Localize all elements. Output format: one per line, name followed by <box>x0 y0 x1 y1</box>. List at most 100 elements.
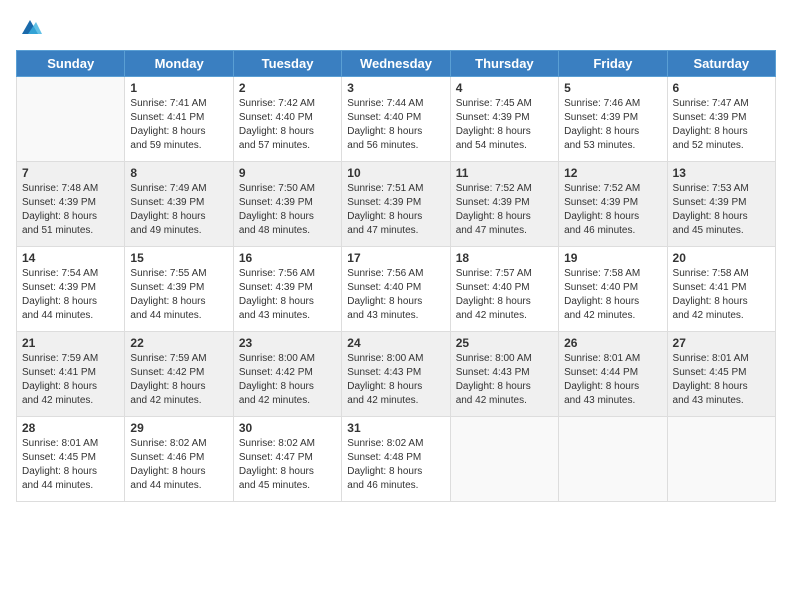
calendar-day-cell: 13 Sunrise: 7:53 AM Sunset: 4:39 PM Dayli… <box>667 162 775 247</box>
day-info: Sunrise: 8:00 AM Sunset: 4:42 PM Dayligh… <box>239 352 336 408</box>
day-number: 10 <box>347 166 444 180</box>
calendar-day-cell: 30 Sunrise: 8:02 AM Sunset: 4:47 PM Dayli… <box>233 417 341 502</box>
day-info: Sunrise: 7:57 AM Sunset: 4:40 PM Dayligh… <box>456 267 553 323</box>
day-number: 31 <box>347 421 444 435</box>
calendar-day-cell: 8Sunrise: 7:49 AM Sunset: 4:39 PM Daylig… <box>125 162 233 247</box>
day-number: 20 <box>673 251 770 265</box>
calendar-day-cell: 18 Sunrise: 7:57 AM Sunset: 4:40 PM Dayli… <box>450 247 558 332</box>
day-number: 25 <box>456 336 553 350</box>
day-info: Sunrise: 8:02 AM Sunset: 4:48 PM Dayligh… <box>347 437 444 493</box>
day-info: Sunrise: 7:42 AM Sunset: 4:40 PM Dayligh… <box>239 97 336 153</box>
day-number: 19 <box>564 251 661 265</box>
calendar-day-cell: 15Sunrise: 7:55 AM Sunset: 4:39 PM Dayli… <box>125 247 233 332</box>
day-info: Sunrise: 7:46 AM Sunset: 4:39 PM Dayligh… <box>564 97 661 153</box>
day-number: 18 <box>456 251 553 265</box>
calendar-day-cell: 26 Sunrise: 8:01 AM Sunset: 4:44 PM Dayli… <box>559 332 667 417</box>
weekday-header-wednesday: Wednesday <box>342 51 450 77</box>
calendar-day-cell: 21Sunrise: 7:59 AM Sunset: 4:41 PM Dayli… <box>17 332 125 417</box>
day-number: 14 <box>22 251 119 265</box>
day-number: 9 <box>239 166 336 180</box>
day-number: 16 <box>239 251 336 265</box>
day-info: Sunrise: 7:45 AM Sunset: 4:39 PM Dayligh… <box>456 97 553 153</box>
calendar-day-cell <box>667 417 775 502</box>
calendar-day-cell: 27 Sunrise: 8:01 AM Sunset: 4:45 PM Dayli… <box>667 332 775 417</box>
day-info: Sunrise: 7:47 AM Sunset: 4:39 PM Dayligh… <box>673 97 770 153</box>
day-info: Sunrise: 7:59 AM Sunset: 4:42 PM Dayligh… <box>130 352 227 408</box>
day-info: Sunrise: 7:56 AM Sunset: 4:40 PM Dayligh… <box>347 267 444 323</box>
day-info: Sunrise: 8:01 AM Sunset: 4:44 PM Dayligh… <box>564 352 661 408</box>
day-number: 27 <box>673 336 770 350</box>
day-info: Sunrise: 7:52 AM Sunset: 4:39 PM Dayligh… <box>564 182 661 238</box>
calendar-day-cell: 20 Sunrise: 7:58 AM Sunset: 4:41 PM Dayli… <box>667 247 775 332</box>
day-number: 2 <box>239 81 336 95</box>
calendar-day-cell: 7 Sunrise: 7:48 AM Sunset: 4:39 PM Daylig… <box>17 162 125 247</box>
calendar-week-row: 21Sunrise: 7:59 AM Sunset: 4:41 PM Dayli… <box>17 332 776 417</box>
day-number: 13 <box>673 166 770 180</box>
day-info: Sunrise: 7:44 AM Sunset: 4:40 PM Dayligh… <box>347 97 444 153</box>
calendar-day-cell: 17Sunrise: 7:56 AM Sunset: 4:40 PM Dayli… <box>342 247 450 332</box>
day-number: 30 <box>239 421 336 435</box>
day-info: Sunrise: 8:01 AM Sunset: 4:45 PM Dayligh… <box>22 437 119 493</box>
day-info: Sunrise: 8:01 AM Sunset: 4:45 PM Dayligh… <box>673 352 770 408</box>
day-info: Sunrise: 8:02 AM Sunset: 4:47 PM Dayligh… <box>239 437 336 493</box>
calendar-header-row: SundayMondayTuesdayWednesdayThursdayFrid… <box>17 51 776 77</box>
weekday-header-friday: Friday <box>559 51 667 77</box>
day-number: 4 <box>456 81 553 95</box>
day-info: Sunrise: 7:55 AM Sunset: 4:39 PM Dayligh… <box>130 267 227 323</box>
weekday-header-thursday: Thursday <box>450 51 558 77</box>
day-info: Sunrise: 8:00 AM Sunset: 4:43 PM Dayligh… <box>456 352 553 408</box>
day-info: Sunrise: 7:53 AM Sunset: 4:39 PM Dayligh… <box>673 182 770 238</box>
calendar-day-cell: 16Sunrise: 7:56 AM Sunset: 4:39 PM Dayli… <box>233 247 341 332</box>
weekday-header-sunday: Sunday <box>17 51 125 77</box>
calendar-day-cell: 2 Sunrise: 7:42 AM Sunset: 4:40 PM Daylig… <box>233 77 341 162</box>
calendar-day-cell: 9 Sunrise: 7:50 AM Sunset: 4:39 PM Daylig… <box>233 162 341 247</box>
calendar-day-cell: 6 Sunrise: 7:47 AM Sunset: 4:39 PM Daylig… <box>667 77 775 162</box>
day-number: 5 <box>564 81 661 95</box>
day-number: 6 <box>673 81 770 95</box>
day-number: 22 <box>130 336 227 350</box>
calendar-day-cell: 23 Sunrise: 8:00 AM Sunset: 4:42 PM Dayli… <box>233 332 341 417</box>
calendar-day-cell: 11Sunrise: 7:52 AM Sunset: 4:39 PM Dayli… <box>450 162 558 247</box>
day-number: 3 <box>347 81 444 95</box>
calendar-day-cell <box>17 77 125 162</box>
calendar-week-row: 1 Sunrise: 7:41 AM Sunset: 4:41 PM Daylig… <box>17 77 776 162</box>
calendar-day-cell: 28 Sunrise: 8:01 AM Sunset: 4:45 PM Dayli… <box>17 417 125 502</box>
calendar-day-cell: 25 Sunrise: 8:00 AM Sunset: 4:43 PM Dayli… <box>450 332 558 417</box>
day-info: Sunrise: 7:59 AM Sunset: 4:41 PM Dayligh… <box>22 352 119 408</box>
day-number: 26 <box>564 336 661 350</box>
calendar-day-cell: 24Sunrise: 8:00 AM Sunset: 4:43 PM Dayli… <box>342 332 450 417</box>
calendar-day-cell <box>450 417 558 502</box>
day-number: 28 <box>22 421 119 435</box>
day-info: Sunrise: 8:02 AM Sunset: 4:46 PM Dayligh… <box>130 437 227 493</box>
logo-icon <box>16 16 44 38</box>
calendar-day-cell: 29Sunrise: 8:02 AM Sunset: 4:46 PM Dayli… <box>125 417 233 502</box>
day-number: 11 <box>456 166 553 180</box>
calendar-week-row: 7 Sunrise: 7:48 AM Sunset: 4:39 PM Daylig… <box>17 162 776 247</box>
day-info: Sunrise: 7:50 AM Sunset: 4:39 PM Dayligh… <box>239 182 336 238</box>
day-info: Sunrise: 7:58 AM Sunset: 4:40 PM Dayligh… <box>564 267 661 323</box>
day-info: Sunrise: 7:48 AM Sunset: 4:39 PM Dayligh… <box>22 182 119 238</box>
calendar-week-row: 28 Sunrise: 8:01 AM Sunset: 4:45 PM Dayli… <box>17 417 776 502</box>
calendar-day-cell: 22 Sunrise: 7:59 AM Sunset: 4:42 PM Dayli… <box>125 332 233 417</box>
day-info: Sunrise: 7:54 AM Sunset: 4:39 PM Dayligh… <box>22 267 119 323</box>
day-number: 12 <box>564 166 661 180</box>
calendar-table: SundayMondayTuesdayWednesdayThursdayFrid… <box>16 50 776 502</box>
day-info: Sunrise: 7:49 AM Sunset: 4:39 PM Dayligh… <box>130 182 227 238</box>
day-number: 24 <box>347 336 444 350</box>
day-info: Sunrise: 7:51 AM Sunset: 4:39 PM Dayligh… <box>347 182 444 238</box>
weekday-header-monday: Monday <box>125 51 233 77</box>
calendar-week-row: 14 Sunrise: 7:54 AM Sunset: 4:39 PM Dayli… <box>17 247 776 332</box>
day-info: Sunrise: 7:41 AM Sunset: 4:41 PM Dayligh… <box>130 97 227 153</box>
logo <box>16 16 44 38</box>
calendar-day-cell: 3 Sunrise: 7:44 AM Sunset: 4:40 PM Daylig… <box>342 77 450 162</box>
day-number: 7 <box>22 166 119 180</box>
day-number: 23 <box>239 336 336 350</box>
calendar-day-cell: 4 Sunrise: 7:45 AM Sunset: 4:39 PM Daylig… <box>450 77 558 162</box>
calendar-day-cell: 1 Sunrise: 7:41 AM Sunset: 4:41 PM Daylig… <box>125 77 233 162</box>
calendar-day-cell: 5 Sunrise: 7:46 AM Sunset: 4:39 PM Daylig… <box>559 77 667 162</box>
header <box>16 16 776 38</box>
weekday-header-saturday: Saturday <box>667 51 775 77</box>
day-info: Sunrise: 7:58 AM Sunset: 4:41 PM Dayligh… <box>673 267 770 323</box>
calendar-day-cell <box>559 417 667 502</box>
day-number: 1 <box>130 81 227 95</box>
